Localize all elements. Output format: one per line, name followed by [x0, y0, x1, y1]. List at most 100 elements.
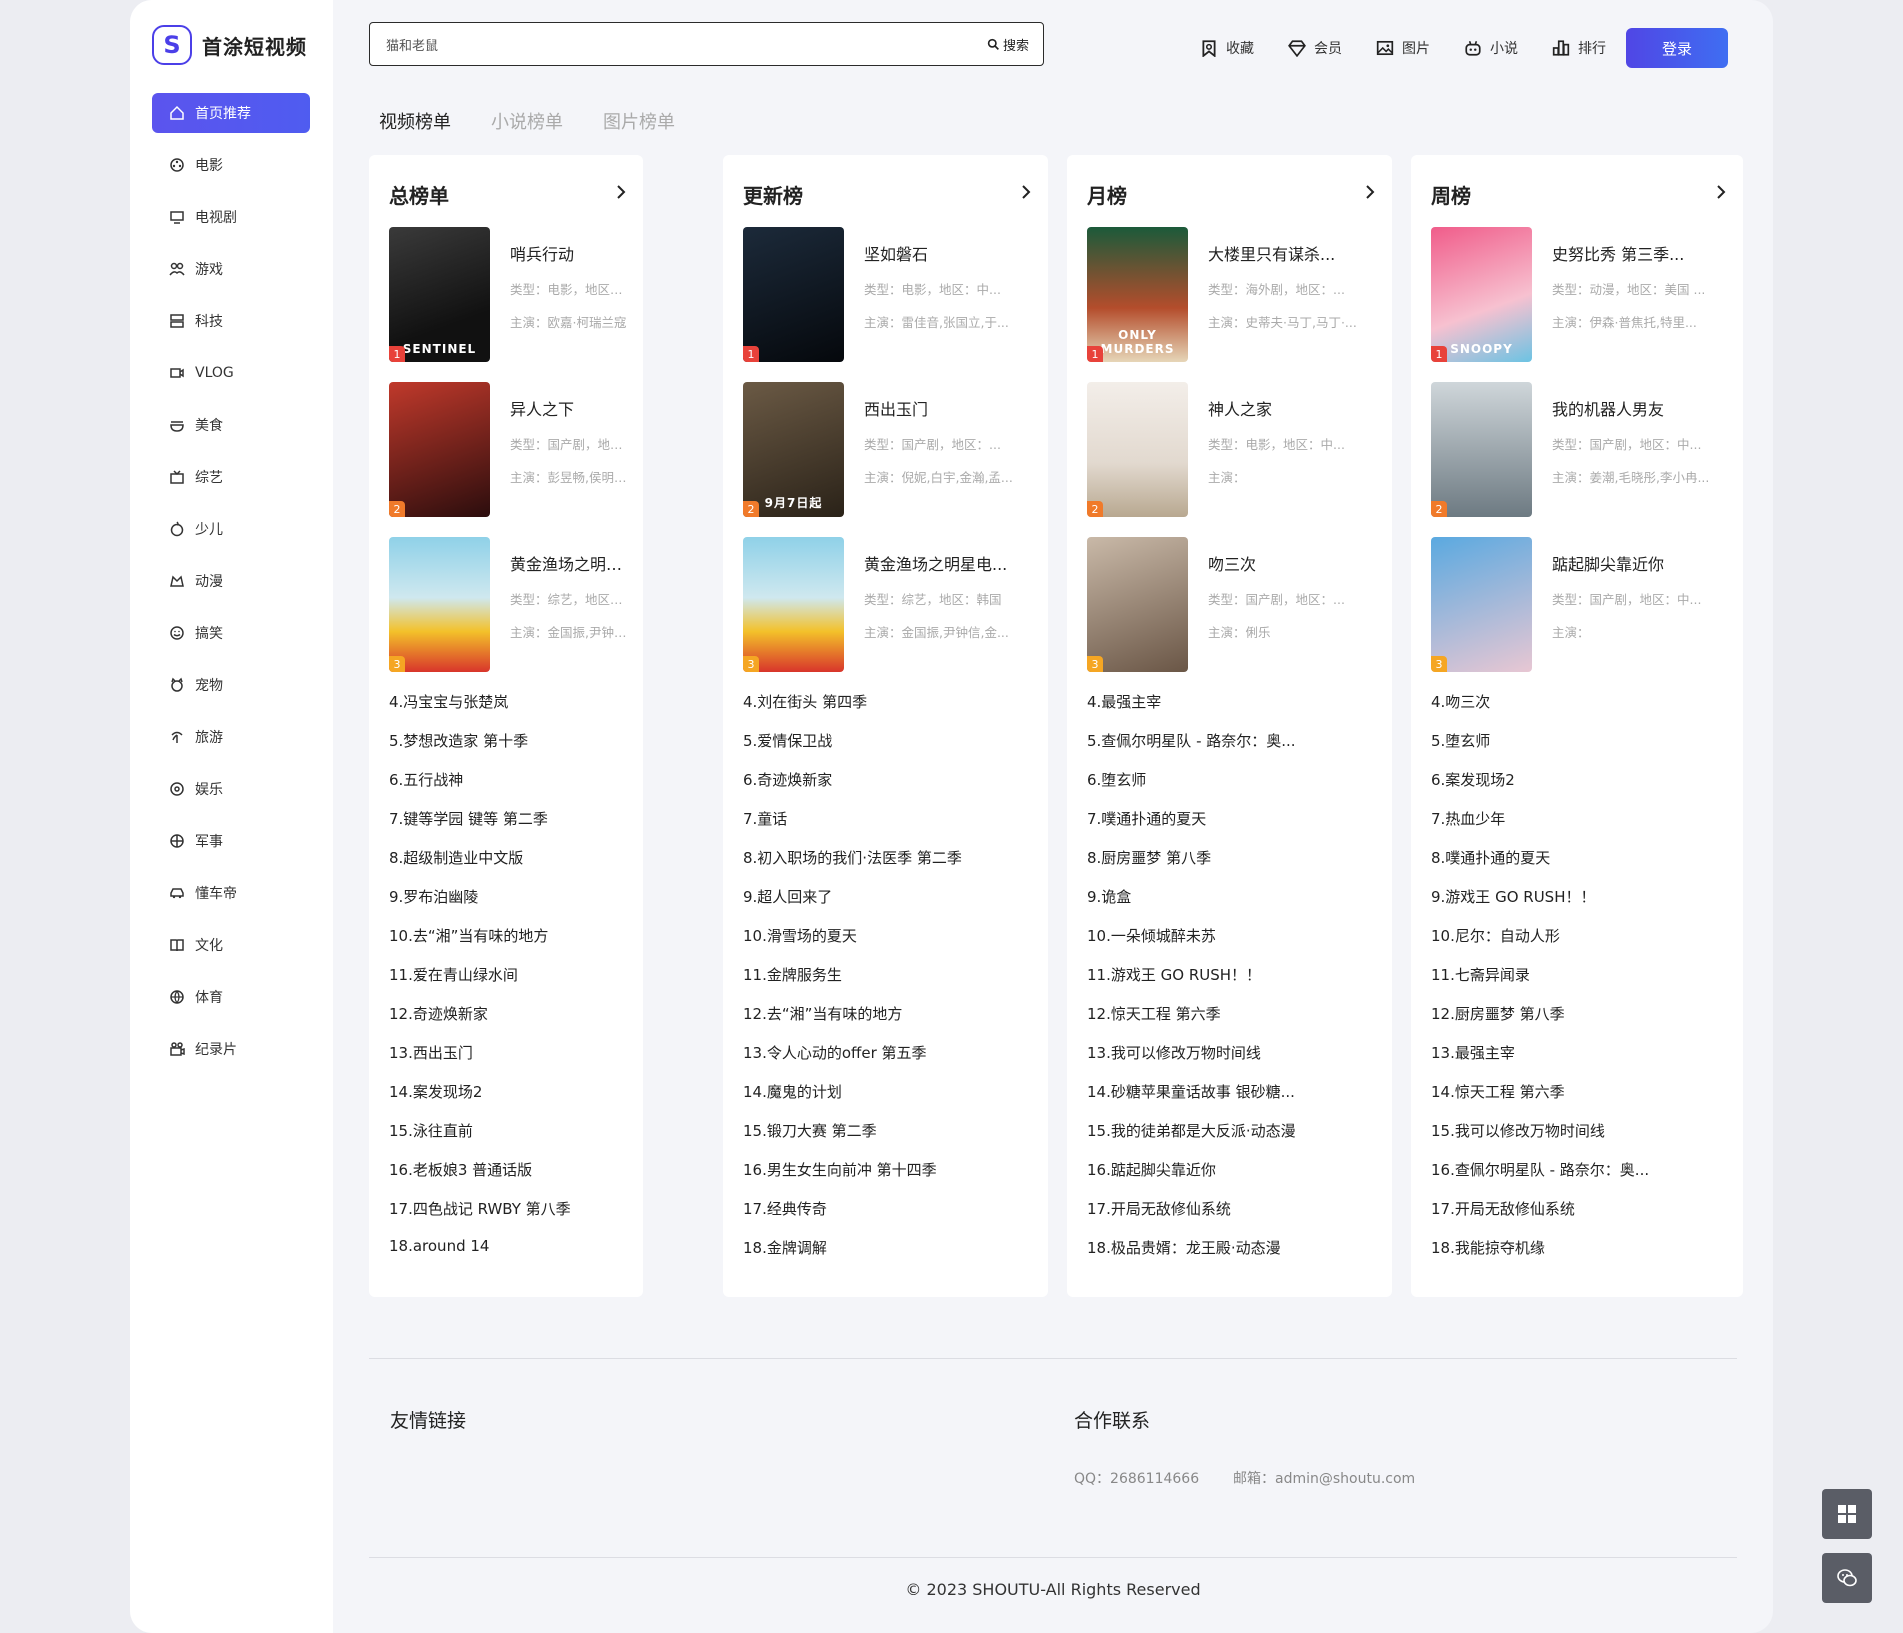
- top-item[interactable]: SNOOPY 1 史努比秀 第三季... 类型：动漫，地区：美国 ... 主演：伊森·普…: [1431, 227, 1729, 362]
- list-item[interactable]: 14.魔鬼的计划: [743, 1081, 1034, 1120]
- list-item[interactable]: 17.经典传奇: [743, 1198, 1034, 1237]
- item-title[interactable]: 黄金渔场之明星电...: [864, 551, 1034, 575]
- topnav-item-2[interactable]: 图片: [1376, 38, 1430, 58]
- item-title[interactable]: 西出玉门: [864, 396, 1034, 420]
- list-item[interactable]: 15.我可以修改万物时间线: [1431, 1120, 1729, 1159]
- list-item[interactable]: 16.老板娘3 普通话版: [389, 1159, 629, 1198]
- chevron-right-icon[interactable]: [613, 184, 629, 204]
- poster-image[interactable]: 3: [389, 537, 490, 672]
- chevron-right-icon[interactable]: [1362, 184, 1378, 204]
- list-item[interactable]: 10.去“湘”当有味的地方: [389, 925, 629, 964]
- list-item[interactable]: 5.堕玄师: [1431, 730, 1729, 769]
- sidebar-item-0[interactable]: 首页推荐: [152, 93, 310, 133]
- list-item[interactable]: 8.噗通扑通的夏天: [1431, 847, 1729, 886]
- list-item[interactable]: 17.四色战记 RWBY 第八季: [389, 1198, 629, 1237]
- list-item[interactable]: 8.超级制造业中文版: [389, 847, 629, 886]
- item-title[interactable]: 神人之家: [1208, 396, 1378, 420]
- list-item[interactable]: 6.堕玄师: [1087, 769, 1378, 808]
- list-item[interactable]: 7.童话: [743, 808, 1034, 847]
- poster-image[interactable]: 2: [1087, 382, 1188, 517]
- list-item[interactable]: 14.惊天工程 第六季: [1431, 1081, 1729, 1120]
- topnav-item-4[interactable]: 排行: [1552, 38, 1606, 58]
- poster-image[interactable]: 3: [1087, 537, 1188, 672]
- login-button[interactable]: 登录: [1626, 28, 1728, 68]
- poster-image[interactable]: 2: [1431, 382, 1532, 517]
- list-item[interactable]: 6.五行战神: [389, 769, 629, 808]
- list-item[interactable]: 6.案发现场2: [1431, 769, 1729, 808]
- item-title[interactable]: 吻三次: [1208, 551, 1378, 575]
- list-item[interactable]: 12.奇迹焕新家: [389, 1003, 629, 1042]
- sidebar-item-16[interactable]: 文化: [152, 925, 310, 965]
- list-item[interactable]: 14.案发现场2: [389, 1081, 629, 1120]
- sidebar-item-4[interactable]: 科技: [152, 301, 310, 341]
- poster-image[interactable]: 1: [743, 227, 844, 362]
- sidebar-item-18[interactable]: 纪录片: [152, 1029, 310, 1069]
- list-item[interactable]: 5.爱情保卫战: [743, 730, 1034, 769]
- list-item[interactable]: 18.我能掠夺机缘: [1431, 1237, 1729, 1276]
- item-title[interactable]: 坚如磐石: [864, 241, 1034, 265]
- top-item[interactable]: ONLY MURDERS 1 大楼里只有谋杀... 类型：海外剧，地区：... 主演：史…: [1087, 227, 1378, 362]
- topnav-item-0[interactable]: 收藏: [1200, 38, 1254, 58]
- tab-2[interactable]: 图片榜单: [603, 108, 675, 134]
- list-item[interactable]: 16.踮起脚尖靠近你: [1087, 1159, 1378, 1198]
- list-item[interactable]: 7.噗通扑通的夏天: [1087, 808, 1378, 847]
- poster-image[interactable]: SENTINEL 1: [389, 227, 490, 362]
- list-item[interactable]: 17.开局无敌修仙系统: [1431, 1198, 1729, 1237]
- brand-logo[interactable]: S 首涂短视频: [152, 24, 307, 66]
- list-item[interactable]: 11.爱在青山绿水间: [389, 964, 629, 1003]
- sidebar-item-11[interactable]: 宠物: [152, 665, 310, 705]
- item-title[interactable]: 踮起脚尖靠近你: [1552, 551, 1722, 575]
- item-title[interactable]: 黄金渔场之明星电...: [510, 551, 629, 575]
- chevron-right-icon[interactable]: [1713, 184, 1729, 204]
- list-item[interactable]: 10.滑雪场的夏天: [743, 925, 1034, 964]
- list-item[interactable]: 18.金牌调解: [743, 1237, 1034, 1276]
- list-item[interactable]: 15.泳往直前: [389, 1120, 629, 1159]
- contact-email[interactable]: 邮箱：admin@shoutu.com: [1233, 1468, 1415, 1488]
- list-item[interactable]: 16.查佩尔明星队 - 路奈尔：奥...: [1431, 1159, 1729, 1198]
- item-title[interactable]: 史努比秀 第三季...: [1552, 241, 1722, 265]
- poster-image[interactable]: 3: [743, 537, 844, 672]
- sidebar-item-12[interactable]: 旅游: [152, 717, 310, 757]
- sidebar-item-10[interactable]: 搞笑: [152, 613, 310, 653]
- top-item[interactable]: 2 异人之下类型：国产剧，地区：中... 主演：彭昱畅,侯明昊,王影...: [389, 382, 629, 517]
- top-item[interactable]: 3 吻三次 类型：国产剧，地区：... 主演：俐乐: [1087, 537, 1378, 672]
- list-item[interactable]: 8.初入职场的我们·法医季 第二季: [743, 847, 1034, 886]
- sidebar-item-5[interactable]: VLOG: [152, 353, 310, 393]
- list-item[interactable]: 14.砂糖苹果童话故事 银砂糖...: [1087, 1081, 1378, 1120]
- sidebar-item-8[interactable]: 少儿: [152, 509, 310, 549]
- sidebar-item-17[interactable]: 体育: [152, 977, 310, 1017]
- list-item[interactable]: 5.查佩尔明星队 - 路奈尔：奥...: [1087, 730, 1378, 769]
- top-item[interactable]: 3 黄金渔场之明星电... 类型：综艺，地区：韩国 主演：金国振,尹钟信,金...: [743, 537, 1034, 672]
- list-item[interactable]: 18.around 14: [389, 1237, 629, 1276]
- list-item[interactable]: 12.惊天工程 第六季: [1087, 1003, 1378, 1042]
- list-item[interactable]: 13.我可以修改万物时间线: [1087, 1042, 1378, 1081]
- topnav-item-3[interactable]: 小说: [1464, 38, 1518, 58]
- list-item[interactable]: 17.开局无敌修仙系统: [1087, 1198, 1378, 1237]
- list-item[interactable]: 11.金牌服务生: [743, 964, 1034, 1003]
- item-title[interactable]: 我的机器人男友: [1552, 396, 1722, 420]
- list-item[interactable]: 9.超人回来了: [743, 886, 1034, 925]
- sidebar-item-1[interactable]: 电影: [152, 145, 310, 185]
- list-item[interactable]: 4.吻三次: [1431, 691, 1729, 730]
- list-item[interactable]: 11.七斋异闻录: [1431, 964, 1729, 1003]
- list-item[interactable]: 10.一朵倾城醉未苏: [1087, 925, 1378, 964]
- item-title[interactable]: 异人之下: [510, 396, 629, 420]
- list-item[interactable]: 15.我的徒弟都是大反派·动态漫: [1087, 1120, 1378, 1159]
- list-item[interactable]: 9.游戏王 GO RUSH！！: [1431, 886, 1729, 925]
- list-item[interactable]: 12.去“湘”当有味的地方: [743, 1003, 1034, 1042]
- sidebar-item-7[interactable]: 综艺: [152, 457, 310, 497]
- wechat-float-button[interactable]: [1822, 1553, 1872, 1603]
- poster-image[interactable]: SNOOPY 1: [1431, 227, 1532, 362]
- chevron-right-icon[interactable]: [1018, 184, 1034, 204]
- search-input[interactable]: [370, 36, 987, 52]
- sidebar-item-3[interactable]: 游戏: [152, 249, 310, 289]
- poster-image[interactable]: 2: [389, 382, 490, 517]
- list-item[interactable]: 10.尼尔：自动人形: [1431, 925, 1729, 964]
- list-item[interactable]: 4.刘在街头 第四季: [743, 691, 1034, 730]
- list-item[interactable]: 7.键等学园 键等 第二季: [389, 808, 629, 847]
- list-item[interactable]: 4.最强主宰: [1087, 691, 1378, 730]
- top-item[interactable]: 1 坚如磐石 类型：电影，地区：中... 主演：雷佳音,张国立,于...: [743, 227, 1034, 362]
- list-item[interactable]: 18.极品贵婿：龙王殿·动态漫: [1087, 1237, 1378, 1276]
- sidebar-item-6[interactable]: 美食: [152, 405, 310, 445]
- sidebar-item-15[interactable]: 懂车帝: [152, 873, 310, 913]
